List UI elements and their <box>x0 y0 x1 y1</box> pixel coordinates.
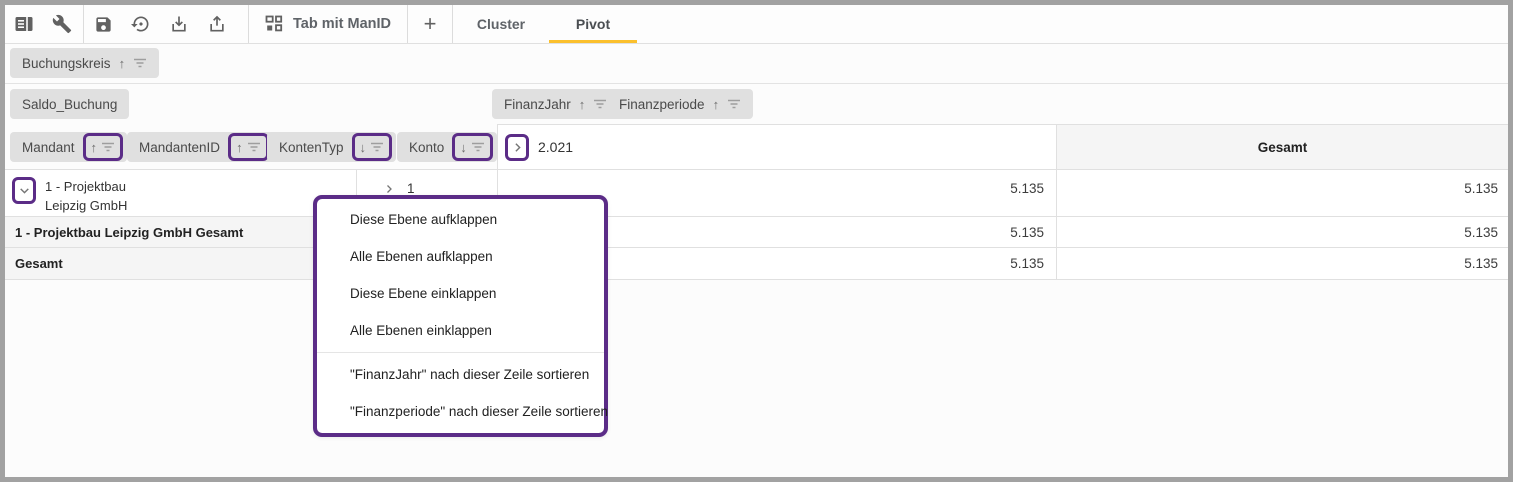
year-header-label: 2.021 <box>538 139 573 155</box>
chevron-right-icon[interactable] <box>383 183 395 195</box>
add-tab-button[interactable]: + <box>408 5 452 43</box>
sort-asc-icon[interactable]: ↑ <box>119 57 126 70</box>
sort-filter-box-konto[interactable]: ↓ <box>452 133 493 161</box>
app-window: Tab mit ManID + Cluster Pivot Buchungskr… <box>0 0 1513 482</box>
field-chip-konto[interactable]: Konto ↓ <box>397 132 497 162</box>
row-header-mandant-cell: 1 - Projektbau Leipzig GmbH <box>5 170 357 217</box>
upload-icon <box>207 14 227 34</box>
field-chip-finanzperiode[interactable]: Finanzperiode ↑ <box>607 89 753 119</box>
field-chip-finanzjahr[interactable]: FinanzJahr ↑ <box>492 89 619 119</box>
field-chip-buchungskreis[interactable]: Buchungskreis ↑ <box>10 48 159 78</box>
tab-cluster-label: Cluster <box>477 16 525 32</box>
field-chip-mandantenid[interactable]: MandantenID ↑ <box>127 132 273 162</box>
download-button[interactable] <box>160 5 198 43</box>
field-chip-label: Konto <box>409 140 444 155</box>
dashboard-grid-icon <box>265 15 283 33</box>
fields-area: Saldo_Buchung FinanzJahr ↑ Finanzperiode… <box>5 84 1508 124</box>
cell-value: 5.135 <box>1010 256 1044 271</box>
total-header-label: Gesamt <box>1258 140 1308 155</box>
menu-item-collapse-all[interactable]: Alle Ebenen einklappen <box>317 312 604 349</box>
field-chip-label: Mandant <box>22 140 75 155</box>
save-button[interactable] <box>84 5 122 43</box>
menu-item-expand-all[interactable]: Alle Ebenen aufklappen <box>317 238 604 275</box>
filter-icon[interactable] <box>133 57 147 69</box>
field-chip-label: Buchungskreis <box>22 56 111 71</box>
toolbar: Tab mit ManID + Cluster Pivot <box>5 5 1508 44</box>
download-icon <box>169 14 189 34</box>
filter-icon[interactable] <box>101 141 115 153</box>
menu-item-collapse-level[interactable]: Diese Ebene einklappen <box>317 275 604 312</box>
field-chip-label: KontenTyp <box>279 140 344 155</box>
settings-wrench-button[interactable] <box>43 5 81 43</box>
save-icon <box>94 15 113 34</box>
sort-asc-icon[interactable]: ↑ <box>713 98 720 111</box>
restore-button[interactable] <box>122 5 160 43</box>
restore-icon <box>131 14 151 34</box>
tab-group-label: Tab mit ManID <box>293 16 391 32</box>
column-header-total: Gesamt <box>1056 124 1508 170</box>
sort-asc-icon[interactable]: ↑ <box>236 141 243 154</box>
sort-filter-box-kontentyp[interactable]: ↓ <box>352 133 393 161</box>
sort-desc-icon[interactable]: ↓ <box>360 141 367 154</box>
filter-icon[interactable] <box>727 98 741 110</box>
row-fields-header: Mandant ↑ MandantenID ↑ KontenTyp ↓ <box>5 124 497 170</box>
column-header-year: 2.021 <box>497 124 1056 170</box>
cell-value: 5.135 <box>1010 225 1044 240</box>
menu-item-expand-level[interactable]: Diese Ebene aufklappen <box>317 201 604 238</box>
panel-icon <box>14 14 34 34</box>
cell-value: 5.135 <box>1464 256 1498 271</box>
cell-value: 5.135 <box>1464 181 1498 196</box>
field-chip-label: MandantenID <box>139 140 220 155</box>
grandtotal-label-text: Gesamt <box>15 256 63 271</box>
value-cell-total: 5.135 <box>1056 170 1508 217</box>
menu-separator <box>317 352 604 353</box>
cell-value: 5.135 <box>1010 181 1044 196</box>
subtotal-value-total: 5.135 <box>1056 217 1508 248</box>
sort-asc-icon[interactable]: ↑ <box>91 141 98 154</box>
filter-icon[interactable] <box>370 141 384 153</box>
collapse-row-button[interactable] <box>12 177 36 204</box>
filter-area: Buchungskreis ↑ <box>5 43 1508 84</box>
chevron-right-icon <box>511 141 524 154</box>
field-chip-label: Finanzperiode <box>619 97 705 112</box>
tab-group-button[interactable]: Tab mit ManID <box>249 5 407 43</box>
field-chip-label: FinanzJahr <box>504 97 571 112</box>
field-chip-kontentyp[interactable]: KontenTyp ↓ <box>267 132 396 162</box>
sort-filter-box-mandant[interactable]: ↑ <box>83 133 124 161</box>
sort-desc-icon[interactable]: ↓ <box>460 141 467 154</box>
subtotal-label-text: 1 - Projektbau Leipzig GmbH Gesamt <box>15 225 243 240</box>
filter-icon[interactable] <box>247 141 261 153</box>
grandtotal-value-total: 5.135 <box>1056 248 1508 280</box>
field-chip-mandant[interactable]: Mandant ↑ <box>10 132 127 162</box>
expand-year-button[interactable] <box>505 134 529 161</box>
wrench-icon <box>52 14 72 34</box>
tab-cluster[interactable]: Cluster <box>453 5 549 43</box>
mandant-label: 1 - Projektbau Leipzig GmbH <box>45 175 137 216</box>
sort-asc-icon[interactable]: ↑ <box>579 98 586 111</box>
filter-icon[interactable] <box>593 98 607 110</box>
context-menu: Diese Ebene aufklappen Alle Ebenen aufkl… <box>313 195 608 437</box>
mandantenid-value: 1 <box>407 181 415 196</box>
sort-filter-box-mandantenid[interactable]: ↑ <box>228 133 269 161</box>
chevron-down-icon <box>18 184 31 197</box>
field-chip-label: Saldo_Buchung <box>22 97 117 112</box>
tab-pivot[interactable]: Pivot <box>549 5 637 43</box>
cell-value: 5.135 <box>1464 225 1498 240</box>
menu-item-sort-finanzjahr[interactable]: "FinanzJahr" nach dieser Zeile sortieren <box>317 356 604 393</box>
tab-pivot-label: Pivot <box>576 16 610 32</box>
filter-icon[interactable] <box>471 141 485 153</box>
upload-button[interactable] <box>198 5 236 43</box>
plus-icon: + <box>424 11 437 37</box>
field-chip-saldo-buchung[interactable]: Saldo_Buchung <box>10 89 129 119</box>
menu-item-sort-finanzperiode[interactable]: "Finanzperiode" nach dieser Zeile sortie… <box>317 393 604 430</box>
panel-toggle-button[interactable] <box>5 5 43 43</box>
